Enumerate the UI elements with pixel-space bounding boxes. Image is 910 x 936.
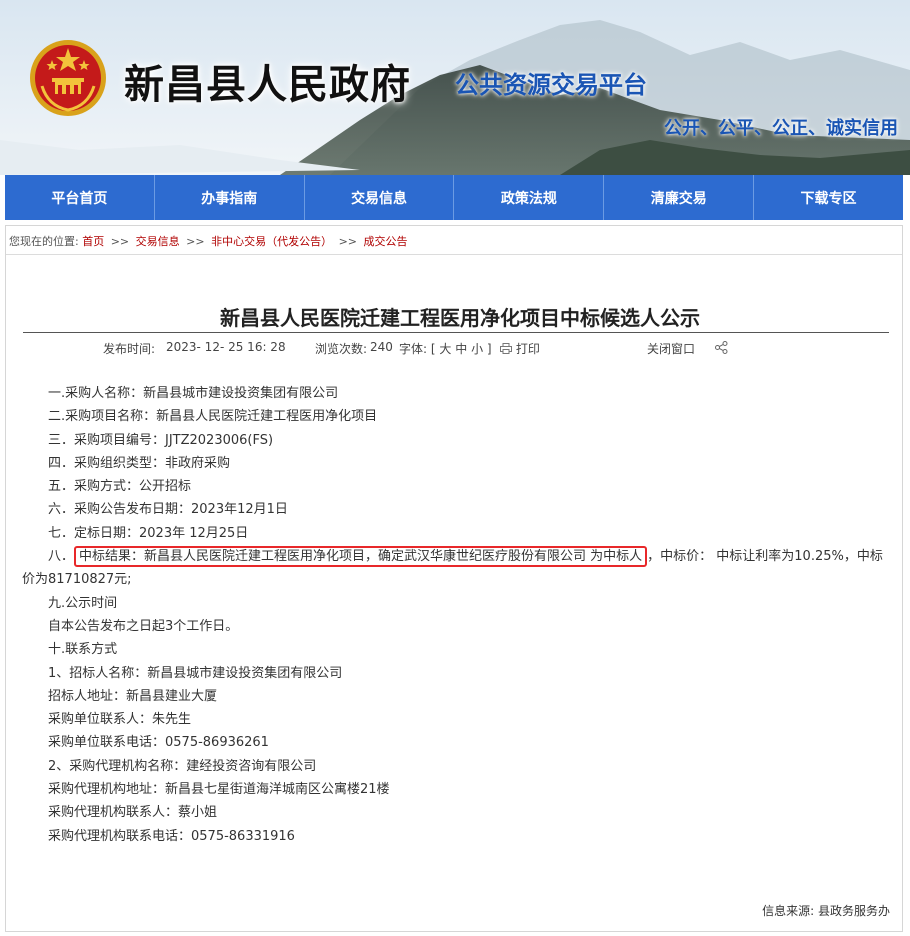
print-button[interactable]: 打印 [500, 340, 540, 357]
article-line: 采购代理机构联系电话：0575-86331916 [48, 828, 295, 844]
source-value: 县政务服务办 [817, 904, 890, 918]
article-line: 七．定标日期：2023年 12月25日 [48, 525, 249, 541]
divider [6, 254, 902, 255]
content-panel: 您现在的位置: 首页 >> 交易信息 >> 非中心交易（代发公告） >> 成交公… [5, 225, 903, 932]
nav-item-downloads[interactable]: 下载专区 [754, 175, 903, 220]
breadcrumb-separator: >> [186, 235, 205, 248]
source-label: 信息来源: [762, 904, 815, 918]
nav-item-guide[interactable]: 办事指南 [155, 175, 305, 220]
close-window-button[interactable]: 关闭窗口 [647, 340, 695, 357]
winning-result-highlight: 中标结果：新昌县人民医院迁建工程医用净化项目，确定武汉华康世纪医疗股份有限公司 … [74, 546, 648, 568]
breadcrumb-separator: >> [110, 235, 130, 248]
article-line: 一.采购人名称：新昌县城市建设投资集团有限公司 [48, 386, 339, 401]
article-line: 十.联系方式 [48, 642, 118, 658]
title-rule [23, 332, 889, 333]
breadcrumb-non-center-link[interactable]: 非中心交易（代发公告） [211, 235, 332, 248]
nav-item-home[interactable]: 平台首页 [5, 175, 155, 220]
site-title: 新昌县人民政府 [124, 62, 411, 108]
article-line: 1、招标人名称：新昌县城市建设投资集团有限公司 [48, 665, 343, 681]
article-line: 三．采购项目编号：JJTZ2023006(FS) [48, 432, 274, 448]
font-large-button[interactable]: 大 [439, 342, 451, 356]
views-count: 240 [370, 340, 393, 354]
nav-item-clean-trade[interactable]: 清廉交易 [604, 175, 755, 220]
main-nav: 平台首页 办事指南 交易信息 政策法规 清廉交易 下载专区 [5, 175, 903, 220]
national-emblem-icon [28, 38, 108, 118]
article-body: 一.采购人名称：新昌县城市建设投资集团有限公司 二.采购项目名称：新昌县人民医院… [22, 382, 892, 848]
article-line: 采购单位联系人：朱先生 [48, 712, 192, 728]
article-line: 采购单位联系电话：0575-86936261 [48, 735, 269, 751]
publish-label: 发布时间: [103, 342, 156, 356]
article-line: 六．采购公告发布日期：2023年12月1日 [48, 502, 288, 518]
views-label: 浏览次数: [315, 342, 368, 356]
platform-name: 公共资源交易平台 [455, 71, 647, 99]
info-source: 信息来源: 县政务服务办 [762, 902, 890, 919]
breadcrumb: 您现在的位置: 首页 >> 交易信息 >> 非中心交易（代发公告） >> 成交公… [9, 233, 408, 249]
print-icon [500, 343, 512, 354]
header-banner: 新昌县人民政府 公共资源交易平台 公开、公平、公正、诚实信用 [0, 0, 910, 175]
article-line: 招标人地址：新昌县建业大厦 [48, 688, 218, 704]
font-medium-button[interactable]: 中 [455, 342, 467, 356]
nav-item-trade-info[interactable]: 交易信息 [305, 175, 455, 220]
breadcrumb-prefix: 您现在的位置: [9, 235, 79, 248]
breadcrumb-trade-info-link[interactable]: 交易信息 [136, 235, 180, 248]
nav-item-policy[interactable]: 政策法规 [454, 175, 605, 220]
article-line: 采购代理机构地址：新昌县七星街道海洋城南区公寓楼21楼 [48, 782, 390, 798]
font-size-control: 字体: [ 大 中 小 ] [399, 342, 492, 356]
article-line: 九.公示时间 [48, 595, 118, 611]
font-small-button[interactable]: 小 [471, 342, 483, 356]
share-icon[interactable] [715, 341, 728, 357]
breadcrumb-home-link[interactable]: 首页 [82, 235, 104, 248]
article-line: 二.采购项目名称：新昌县人民医院迁建工程医用净化项目 [48, 409, 378, 425]
article-line: 2、采购代理机构名称：建经投资咨询有限公司 [48, 758, 317, 774]
breadcrumb-deal-notice-link[interactable]: 成交公告 [364, 235, 408, 248]
motto-slogan: 公开、公平、公正、诚实信用 [664, 118, 898, 139]
article-line: 采购代理机构联系人：蔡小姐 [48, 805, 218, 821]
article-line: 五．采购方式：公开招标 [48, 479, 192, 495]
breadcrumb-separator: >> [338, 235, 358, 248]
winning-result-paragraph: 八． 中标结果：新昌县人民医院迁建工程医用净化项目，确定武汉华康世纪医疗股份有限公… [22, 545, 892, 592]
publish-time: 2023- 12- 25 16: 28 [166, 340, 286, 354]
article-line: 四．采购组织类型：非政府采购 [48, 455, 231, 471]
article-title: 新昌县人民医院迁建工程医用净化项目中标候选人公示 [220, 306, 700, 330]
article-line: 自本公告发布之日起3个工作日。 [48, 618, 239, 634]
